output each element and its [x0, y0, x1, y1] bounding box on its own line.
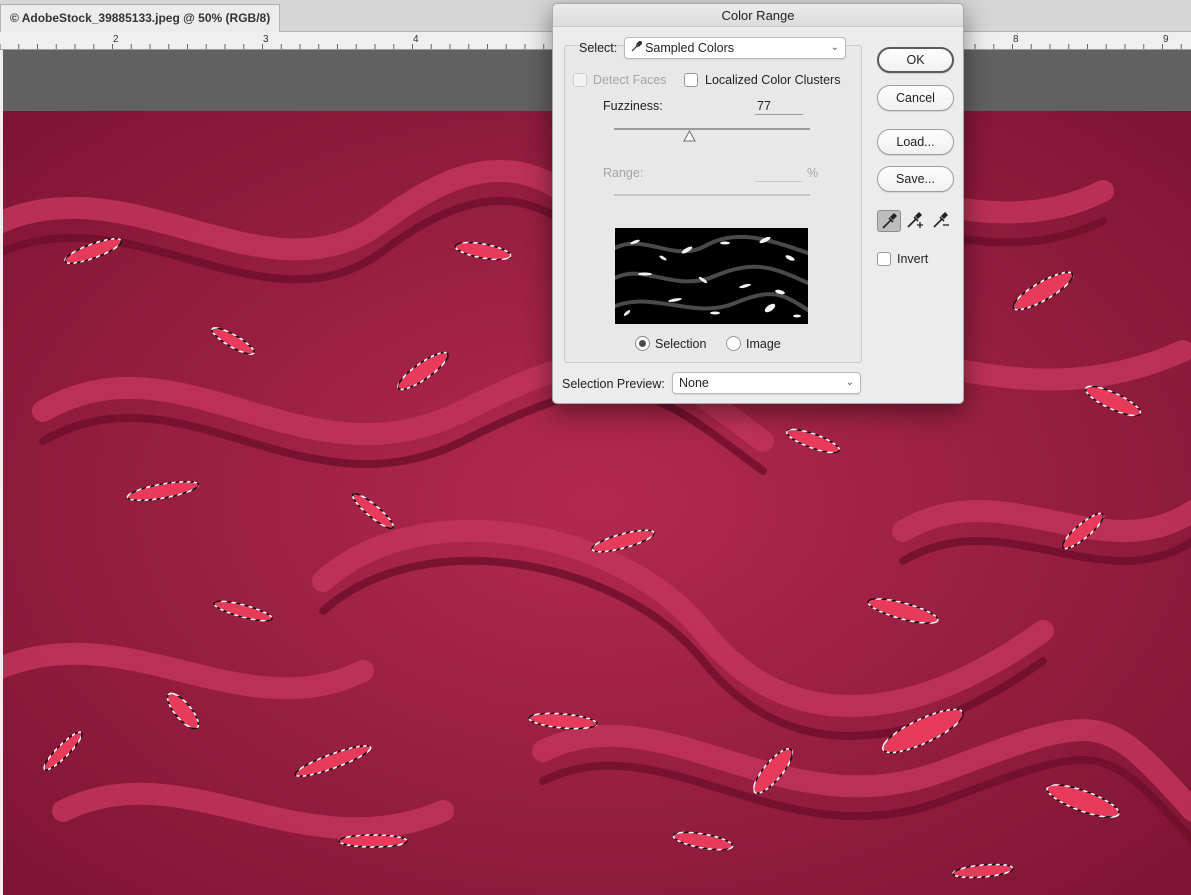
range-slider[interactable] — [614, 194, 810, 196]
fuzziness-slider[interactable] — [614, 128, 810, 130]
subtract-from-sample-tool[interactable] — [929, 210, 953, 232]
detect-faces-label: Detect Faces — [593, 73, 667, 87]
chevron-down-icon: ⌄ — [830, 42, 839, 53]
fuzziness-slider-thumb[interactable] — [683, 130, 696, 142]
dialog-title: Color Range — [553, 4, 963, 27]
range-unit: % — [807, 166, 819, 180]
load-button[interactable]: Load... — [877, 129, 954, 155]
select-label: Select: — [579, 41, 618, 55]
color-range-dialog: Color Range Select: Sampled Colors ⌄ Det… — [552, 3, 964, 404]
cancel-button[interactable]: Cancel — [877, 85, 954, 111]
fuzziness-input[interactable]: 77 — [755, 99, 803, 115]
ruler-label: 3 — [263, 34, 269, 45]
selection-radio[interactable] — [635, 336, 650, 351]
ok-button[interactable]: OK — [877, 47, 954, 73]
selection-preview-label: Selection Preview: — [562, 377, 665, 391]
eyedropper-minus-icon — [933, 212, 949, 228]
selection-preview-thumbnail — [615, 228, 808, 324]
range-input[interactable] — [755, 166, 803, 182]
ruler-label: 4 — [413, 34, 419, 45]
select-dropdown[interactable]: Sampled Colors ⌄ — [624, 37, 846, 59]
chevron-down-icon: ⌄ — [845, 377, 854, 388]
selection-preview-value: None — [679, 376, 709, 390]
invert-label: Invert — [897, 252, 929, 266]
eyedropper-icon — [882, 213, 897, 229]
detect-faces-checkbox[interactable] — [573, 73, 587, 87]
eyedropper-tool[interactable] — [877, 210, 901, 232]
image-radio-label: Image — [746, 337, 781, 351]
image-radio[interactable] — [726, 336, 741, 351]
invert-checkbox[interactable] — [877, 252, 891, 266]
eyedropper-icon — [631, 40, 645, 55]
select-value: Sampled Colors — [645, 41, 734, 55]
fuzziness-label: Fuzziness: — [603, 99, 663, 113]
add-to-sample-tool[interactable] — [903, 210, 927, 232]
save-button[interactable]: Save... — [877, 166, 954, 192]
ruler-label: 8 — [1013, 34, 1019, 45]
range-label: Range: — [603, 166, 644, 180]
ruler-label: 2 — [113, 34, 119, 45]
document-tab[interactable]: © AdobeStock_39885133.jpeg @ 50% (RGB/8) — [0, 4, 280, 32]
selection-preview-dropdown[interactable]: None ⌄ — [672, 372, 861, 394]
eyedropper-plus-icon — [907, 212, 923, 228]
ruler-label: 9 — [1163, 34, 1169, 45]
localized-color-clusters-label: Localized Color Clusters — [705, 73, 841, 87]
localized-color-clusters-checkbox[interactable] — [684, 73, 698, 87]
selection-radio-label: Selection — [655, 337, 707, 351]
